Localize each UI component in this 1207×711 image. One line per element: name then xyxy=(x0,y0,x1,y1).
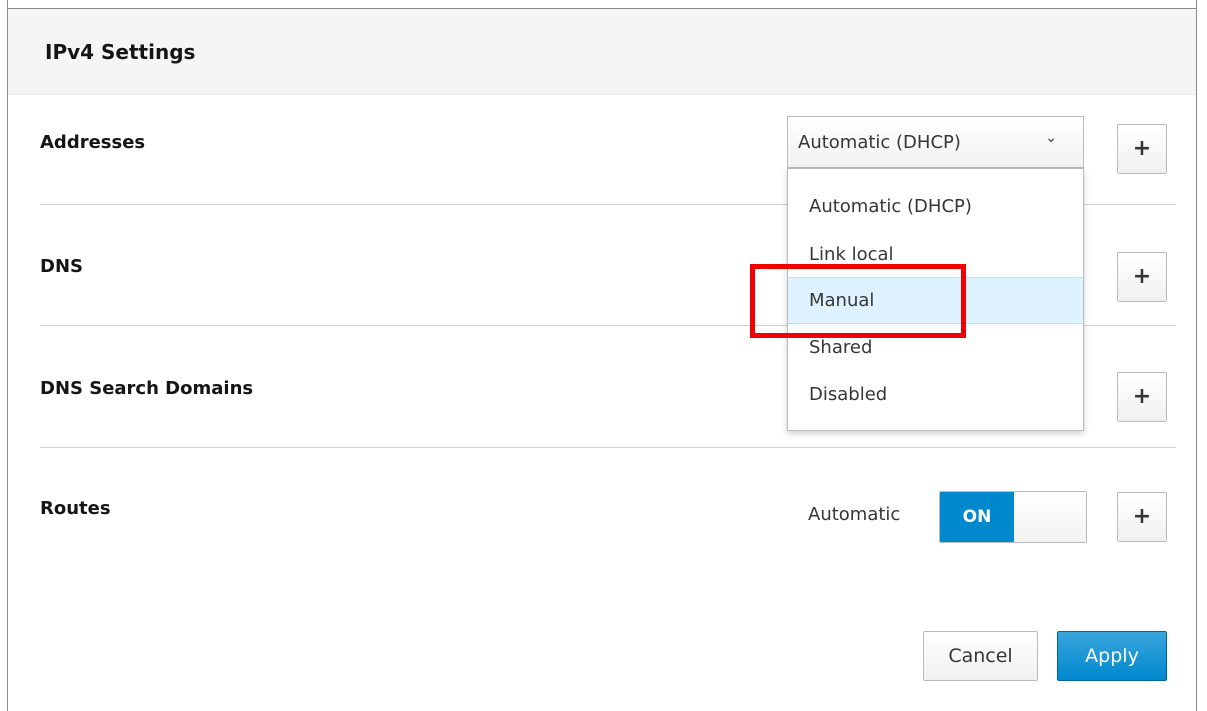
dialog-header: IPv4 Settings xyxy=(8,9,1196,95)
window-edge-left xyxy=(0,0,8,711)
routes-label: Routes xyxy=(40,498,111,519)
window-edge-right xyxy=(1196,0,1207,711)
addresses-method-menu: Automatic (DHCP) Link local Manual Share… xyxy=(787,168,1084,431)
addresses-method-select[interactable]: Automatic (DHCP) ⌄ xyxy=(787,116,1084,168)
cancel-button[interactable]: Cancel xyxy=(923,631,1038,681)
addresses-label: Addresses xyxy=(40,132,146,153)
routes-automatic-toggle[interactable]: ON xyxy=(939,491,1087,543)
menu-option-manual[interactable]: Manual xyxy=(788,277,1083,324)
dns-search-domains-label: DNS Search Domains xyxy=(40,378,254,399)
dialog-title: IPv4 Settings xyxy=(45,39,196,64)
plus-icon: + xyxy=(1132,264,1152,289)
plus-icon: + xyxy=(1132,136,1152,161)
menu-option-link-local[interactable]: Link local xyxy=(788,230,1083,277)
routes-automatic-label: Automatic xyxy=(808,504,901,525)
add-dns-search-domain-button[interactable]: + xyxy=(1117,372,1167,422)
add-address-button[interactable]: + xyxy=(1117,124,1167,174)
menu-option-automatic-dhcp[interactable]: Automatic (DHCP) xyxy=(788,183,1083,230)
add-dns-button[interactable]: + xyxy=(1117,252,1167,302)
plus-icon: + xyxy=(1132,504,1152,529)
toggle-on-text: ON xyxy=(962,507,992,527)
add-route-button[interactable]: + xyxy=(1117,492,1167,542)
plus-icon: + xyxy=(1132,384,1152,409)
row-divider xyxy=(40,447,1176,448)
dns-label: DNS xyxy=(40,256,83,277)
menu-option-disabled[interactable]: Disabled xyxy=(788,371,1083,418)
backdrop xyxy=(0,0,1207,8)
chevron-down-icon: ⌄ xyxy=(1045,130,1057,146)
menu-option-shared[interactable]: Shared xyxy=(788,324,1083,371)
addresses-method-value: Automatic (DHCP) xyxy=(798,131,961,153)
toggle-knob xyxy=(1014,492,1086,542)
toggle-on-segment: ON xyxy=(940,492,1014,542)
apply-button[interactable]: Apply xyxy=(1057,631,1167,681)
